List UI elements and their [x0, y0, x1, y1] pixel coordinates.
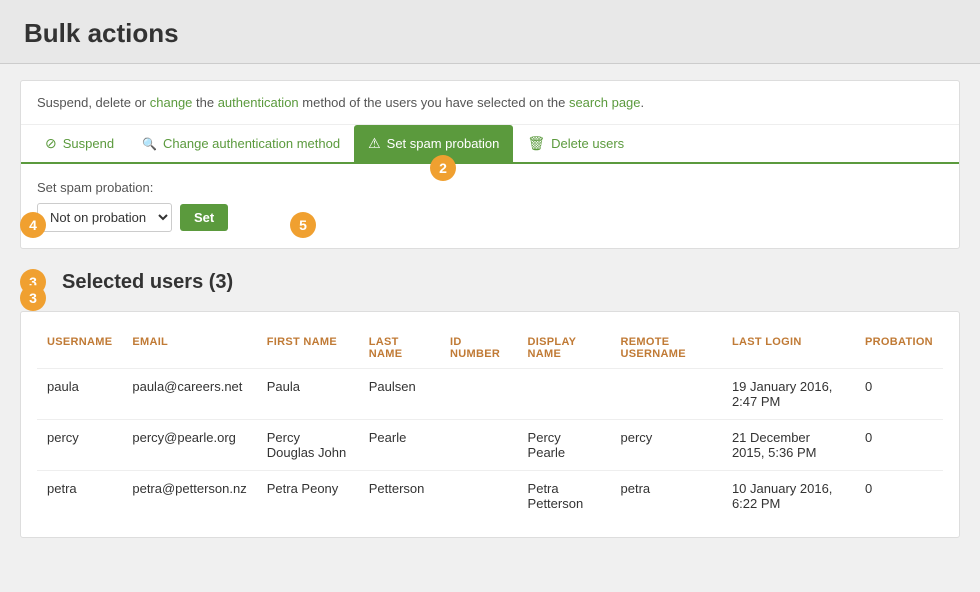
selected-users-title: Selected users (3): [62, 271, 233, 294]
cell-last-login: 19 January 2016, 2:47 PM: [722, 369, 855, 420]
users-table-body: paula paula@careers.net Paula Paulsen 19…: [37, 369, 943, 522]
col-last-login: LAST LOGIN: [722, 328, 855, 369]
search-page-link[interactable]: search page: [569, 95, 641, 110]
cell-email: petra@petterson.nz: [122, 471, 256, 522]
tab-delete-users-label: Delete users: [551, 136, 624, 151]
tab-set-spam-label: Set spam probation: [387, 136, 500, 151]
page-title: Bulk actions: [24, 18, 956, 49]
cell-username: percy: [37, 420, 122, 471]
step3-badge: 3: [20, 269, 46, 295]
table-row: paula paula@careers.net Paula Paulsen 19…: [37, 369, 943, 420]
set-spam-icon: ⚠: [368, 135, 381, 152]
cell-id-number: [440, 420, 518, 471]
spam-controls: Not on probation On probation Set: [37, 203, 943, 232]
cell-first-name: Percy Douglas John: [257, 420, 359, 471]
cell-display-name: Percy Pearle: [518, 420, 611, 471]
cell-probation: 0: [855, 471, 943, 522]
cell-probation: 0: [855, 420, 943, 471]
cell-id-number: [440, 471, 518, 522]
tabs-bar: ⊘ Suspend 🔍 Change authentication method…: [21, 125, 959, 164]
spam-label: Set spam probation:: [37, 180, 943, 195]
cell-username: paula: [37, 369, 122, 420]
change-link[interactable]: change: [150, 95, 193, 110]
col-display-name: DISPLAY NAME: [518, 328, 611, 369]
info-bar: Suspend, delete or change the authentica…: [21, 81, 959, 125]
users-table: USERNAME EMAIL FIRST NAME LAST NAME ID N…: [37, 328, 943, 521]
col-email: EMAIL: [122, 328, 256, 369]
tab-content-spam: Set spam probation: Not on probation On …: [21, 164, 959, 248]
tab-suspend[interactable]: ⊘ Suspend: [31, 125, 128, 162]
cell-last-login: 10 January 2016, 6:22 PM: [722, 471, 855, 522]
cell-display-name: Petra Petterson: [518, 471, 611, 522]
col-probation: PROBATION: [855, 328, 943, 369]
users-card: USERNAME EMAIL FIRST NAME LAST NAME ID N…: [20, 311, 960, 538]
cell-last-name: Paulsen: [359, 369, 440, 420]
delete-icon: 🗑: [527, 135, 545, 152]
tab-suspend-label: Suspend: [63, 136, 114, 151]
tab-set-spam[interactable]: ⚠ Set spam probation: [354, 125, 513, 162]
selected-users-header-row: 3 Selected users (3): [20, 269, 960, 295]
table-row: percy percy@pearle.org Percy Douglas Joh…: [37, 420, 943, 471]
users-table-head: USERNAME EMAIL FIRST NAME LAST NAME ID N…: [37, 328, 943, 369]
col-first-name: FIRST NAME: [257, 328, 359, 369]
cell-remote-username: petra: [611, 471, 722, 522]
main-content: Suspend, delete or change the authentica…: [0, 64, 980, 554]
table-row: petra petra@petterson.nz Petra Peony Pet…: [37, 471, 943, 522]
cell-first-name: Paula: [257, 369, 359, 420]
tab-change-auth-label: Change authentication method: [163, 136, 340, 151]
cell-last-name: Pearle: [359, 420, 440, 471]
cell-id-number: [440, 369, 518, 420]
column-headers-row: USERNAME EMAIL FIRST NAME LAST NAME ID N…: [37, 328, 943, 369]
cell-display-name: [518, 369, 611, 420]
spam-select[interactable]: Not on probation On probation: [37, 203, 172, 232]
col-last-name: LAST NAME: [359, 328, 440, 369]
cell-last-name: Petterson: [359, 471, 440, 522]
col-id-number: ID NUMBER: [440, 328, 518, 369]
cell-username: petra: [37, 471, 122, 522]
cell-first-name: Petra Peony: [257, 471, 359, 522]
cell-remote-username: [611, 369, 722, 420]
col-remote-username: REMOTE USERNAME: [611, 328, 722, 369]
bulk-actions-card: Suspend, delete or change the authentica…: [20, 80, 960, 249]
tab-change-auth[interactable]: 🔍 Change authentication method: [128, 126, 354, 161]
authentication-link[interactable]: authentication: [218, 95, 299, 110]
cell-probation: 0: [855, 369, 943, 420]
page-header: Bulk actions: [0, 0, 980, 64]
set-button[interactable]: Set: [180, 204, 228, 231]
cell-email: paula@careers.net: [122, 369, 256, 420]
suspend-icon: ⊘: [45, 135, 57, 152]
col-username: USERNAME: [37, 328, 122, 369]
cell-last-login: 21 December 2015, 5:36 PM: [722, 420, 855, 471]
cell-email: percy@pearle.org: [122, 420, 256, 471]
cell-remote-username: percy: [611, 420, 722, 471]
change-auth-icon: 🔍: [142, 137, 157, 151]
tab-delete-users[interactable]: 🗑 Delete users: [513, 125, 638, 162]
